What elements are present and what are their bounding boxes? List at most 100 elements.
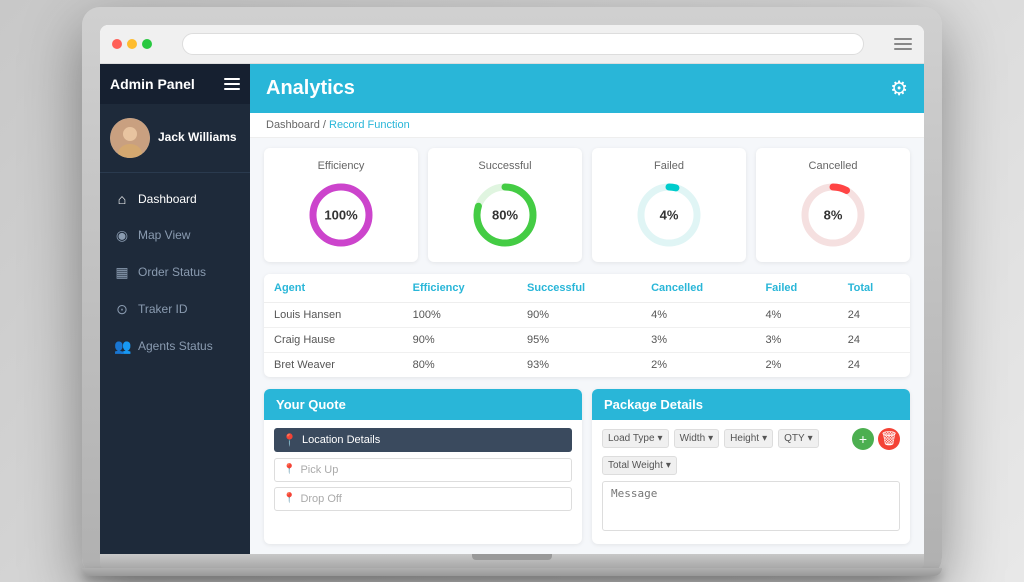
calendar-icon: ▦ <box>114 264 130 281</box>
cell-cancelled: 4% <box>641 302 755 327</box>
qty-chevron: ▾ <box>808 433 813 444</box>
pickup-placeholder: Pick Up <box>300 464 338 476</box>
add-package-button[interactable]: + <box>852 428 874 450</box>
donut-cancelled: 8% <box>798 180 868 250</box>
laptop-screen: Admin Panel Jack <box>100 25 924 554</box>
bottom-section: Your Quote 📍 Location Details 📍 Pick Up <box>264 389 910 544</box>
total-weight-chevron: ▾ <box>666 460 671 471</box>
breadcrumb: Dashboard / Record Function <box>250 113 924 138</box>
browser-dots <box>112 39 152 49</box>
cell-efficiency: 80% <box>403 352 517 377</box>
h-line-2 <box>224 83 240 85</box>
sidebar-item-order-status[interactable]: ▦ Order Status <box>100 254 250 291</box>
user-section: Jack Williams <box>100 104 250 173</box>
table-row: Bret Weaver80%93%2%2%24 <box>264 352 910 377</box>
col-successful: Successful <box>517 274 641 303</box>
col-total: Total <box>838 274 910 303</box>
package-panel-header: Package Details <box>592 389 910 420</box>
total-weight-select[interactable]: Total Weight ▾ <box>602 456 677 475</box>
quote-panel-header: Your Quote <box>264 389 582 420</box>
package-dropdowns: Load Type ▾ Width ▾ Height <box>602 428 900 450</box>
height-select[interactable]: Height ▾ <box>724 429 773 448</box>
dropoff-input[interactable]: 📍 Drop Off <box>274 487 572 511</box>
cell-successful: 93% <box>517 352 641 377</box>
package-panel-body: Load Type ▾ Width ▾ Height <box>592 420 910 544</box>
load-type-select[interactable]: Load Type ▾ <box>602 429 669 448</box>
user-name: Jack Williams <box>158 130 237 146</box>
height-chevron: ▾ <box>762 433 767 444</box>
col-efficiency: Efficiency <box>403 274 517 303</box>
app-container: Admin Panel Jack <box>100 64 924 554</box>
cell-cancelled: 2% <box>641 352 755 377</box>
table-row: Craig Hause90%95%3%3%24 <box>264 327 910 352</box>
dot-yellow[interactable] <box>127 39 137 49</box>
laptop-base <box>100 554 924 568</box>
sidebar-header: Admin Panel <box>100 64 250 104</box>
sidebar-item-dashboard[interactable]: ⌂ Dashboard <box>100 181 250 217</box>
cell-failed: 2% <box>755 352 837 377</box>
stat-label-cancelled: Cancelled <box>809 160 858 172</box>
sidebar-item-label-traker: Traker ID <box>138 302 188 316</box>
browser-menu-button[interactable] <box>894 38 912 50</box>
breadcrumb-static: Dashboard / <box>266 119 326 131</box>
cell-failed: 4% <box>755 302 837 327</box>
main-header: Analytics ⚙ <box>250 64 924 113</box>
sidebar-item-traker-id[interactable]: ⊙ Traker ID <box>100 291 250 328</box>
stat-card-failed: Failed 4% <box>592 148 746 262</box>
height-label: Height <box>730 433 759 444</box>
qty-label: QTY <box>784 433 805 444</box>
col-agent: Agent <box>264 274 403 303</box>
cell-total: 24 <box>838 327 910 352</box>
browser-url-bar <box>182 33 864 55</box>
sidebar-item-map-view[interactable]: ◉ Map View <box>100 217 250 254</box>
cell-total: 24 <box>838 302 910 327</box>
package-panel: Package Details Load Type ▾ Width <box>592 389 910 544</box>
sidebar: Admin Panel Jack <box>100 64 250 554</box>
stat-label-efficiency: Efficiency <box>318 160 365 172</box>
cell-efficiency: 100% <box>403 302 517 327</box>
delete-package-button[interactable]: 🗑 <box>878 428 900 450</box>
qty-select[interactable]: QTY ▾ <box>778 429 819 448</box>
table: Agent Efficiency Successful Cancelled Fa… <box>264 274 910 377</box>
width-select[interactable]: Width ▾ <box>674 429 720 448</box>
data-table: Agent Efficiency Successful Cancelled Fa… <box>264 274 910 377</box>
content-area: Efficiency 100% Successful <box>250 138 924 554</box>
stat-cards: Efficiency 100% Successful <box>264 148 910 262</box>
donut-efficiency: 100% <box>306 180 376 250</box>
cell-agent: Louis Hansen <box>264 302 403 327</box>
load-type-label: Load Type <box>608 433 655 444</box>
settings-icon[interactable]: ⚙ <box>890 76 908 101</box>
quote-panel-body: 📍 Location Details 📍 Pick Up 📍 Drop Off <box>264 420 582 524</box>
breadcrumb-link[interactable]: Record Function <box>329 119 410 131</box>
cell-agent: Craig Hause <box>264 327 403 352</box>
col-cancelled: Cancelled <box>641 274 755 303</box>
package-actions: + 🗑 <box>852 428 900 450</box>
avatar <box>110 118 150 158</box>
cell-failed: 3% <box>755 327 837 352</box>
pickup-input[interactable]: 📍 Pick Up <box>274 458 572 482</box>
agents-icon: 👥 <box>114 338 130 355</box>
cell-agent: Bret Weaver <box>264 352 403 377</box>
laptop-foot <box>82 568 942 576</box>
dot-red[interactable] <box>112 39 122 49</box>
sidebar-nav: ⌂ Dashboard ◉ Map View ▦ Order Status ⊙ … <box>100 173 250 554</box>
avatar-svg <box>110 118 150 158</box>
laptop-frame: Admin Panel Jack <box>82 7 942 576</box>
stat-value-successful: 80% <box>492 207 518 222</box>
stat-card-efficiency: Efficiency 100% <box>264 148 418 262</box>
sidebar-title: Admin Panel <box>110 76 195 92</box>
load-type-chevron: ▾ <box>658 433 663 444</box>
dot-green[interactable] <box>142 39 152 49</box>
hamburger-button[interactable] <box>224 78 240 90</box>
quote-panel: Your Quote 📍 Location Details 📍 Pick Up <box>264 389 582 544</box>
h-line-1 <box>224 78 240 80</box>
dropoff-placeholder: Drop Off <box>300 493 341 505</box>
cell-efficiency: 90% <box>403 327 517 352</box>
width-label: Width <box>680 433 706 444</box>
message-textarea[interactable] <box>602 481 900 531</box>
cell-successful: 90% <box>517 302 641 327</box>
browser-bar <box>100 25 924 64</box>
stat-value-failed: 4% <box>660 207 679 222</box>
menu-line-3 <box>894 48 912 50</box>
sidebar-item-agents-status[interactable]: 👥 Agents Status <box>100 328 250 365</box>
